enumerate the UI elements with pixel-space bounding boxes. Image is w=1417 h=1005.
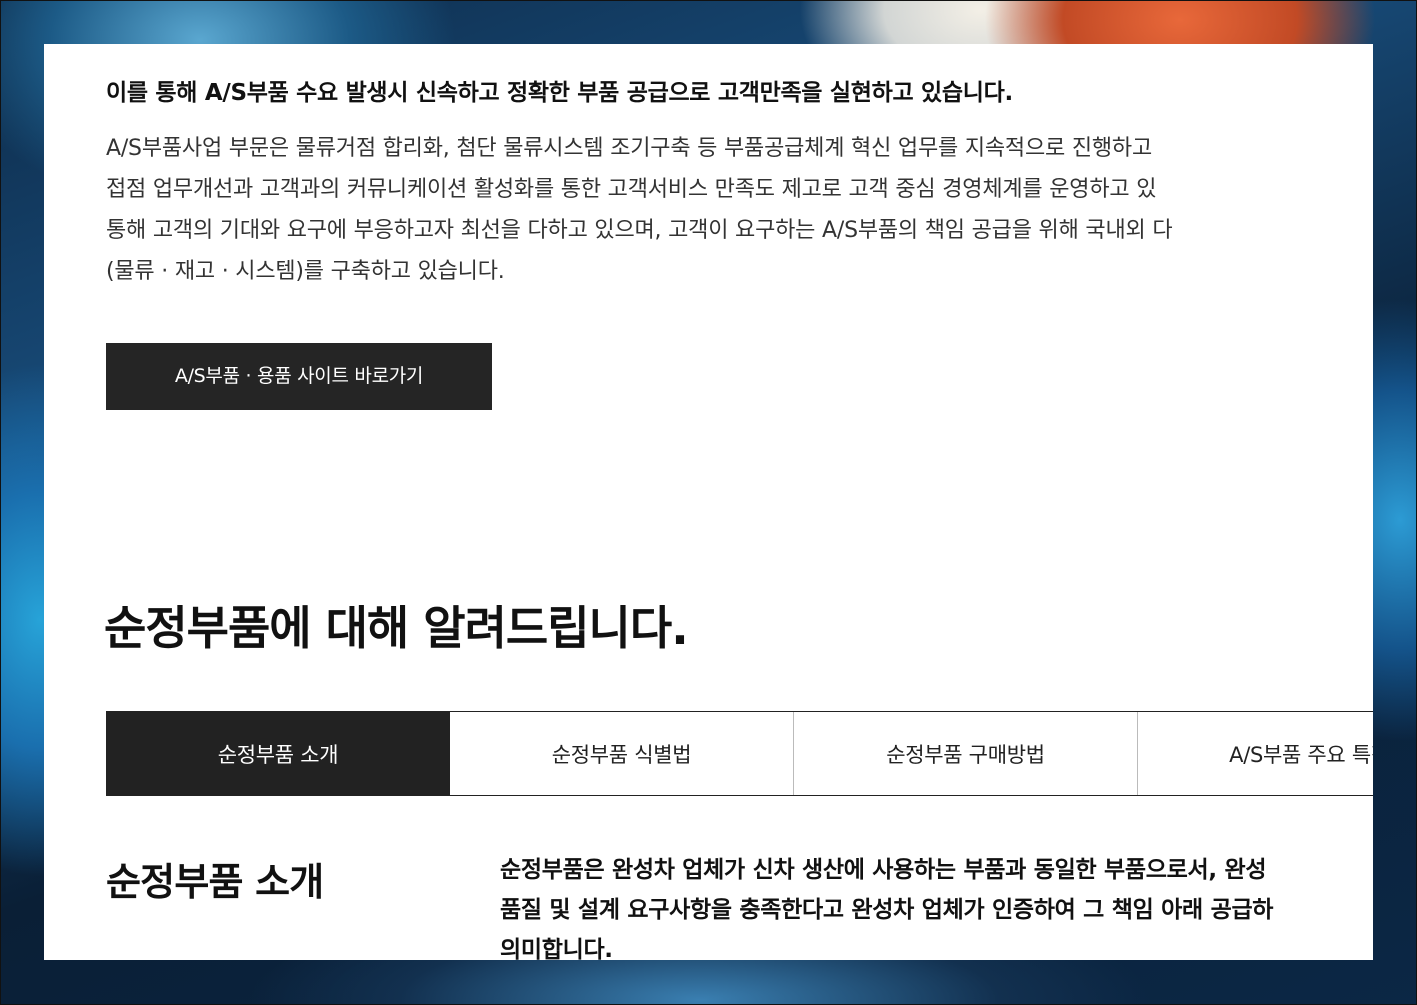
- content-panel: 이를 통해 A/S부품 수요 발생시 신속하고 정확한 부품 공급으로 고객만족…: [44, 44, 1373, 960]
- content-body-line: 순정부품은 완성차 업체가 신차 생산에 사용하는 부품과 동일한 부품으로서,…: [500, 857, 1267, 883]
- tab-bar: 순정부품 소개 순정부품 식별법 순정부품 구매방법 A/S부품 주요 특징: [106, 711, 1373, 796]
- intro-body-line: 통해 고객의 기대와 요구에 부응하고자 최선을 다하고 있으며, 고객이 요구…: [106, 218, 1173, 243]
- content-body: 순정부품은 완성차 업체가 신차 생산에 사용하는 부품과 동일한 부품으로서,…: [500, 850, 1273, 960]
- intro-lead-text: 이를 통해 A/S부품 수요 발생시 신속하고 정확한 부품 공급으로 고객만족…: [106, 80, 1013, 106]
- intro-body-line: A/S부품사업 부문은 물류거점 합리화, 첨단 물류시스템 조기구축 등 부품…: [106, 136, 1152, 161]
- parts-site-link-button[interactable]: A/S부품 · 용품 사이트 바로가기: [106, 343, 492, 410]
- tab-genuine-parts-identification[interactable]: 순정부품 식별법: [450, 712, 794, 795]
- content-body-line: 의미합니다.: [500, 937, 613, 960]
- content-title: 순정부품 소개: [106, 860, 324, 904]
- intro-body-line: (물류 · 재고 · 시스템)를 구축하고 있습니다.: [106, 259, 505, 284]
- intro-body-text: A/S부품사업 부문은 물류거점 합리화, 첨단 물류시스템 조기구축 등 부품…: [106, 128, 1373, 292]
- intro-body-line: 접점 업무개선과 고객과의 커뮤니케이션 활성화를 통한 고객서비스 만족도 제…: [106, 177, 1157, 202]
- content-body-line: 품질 및 설계 요구사항을 충족한다고 완성차 업체가 인증하여 그 책임 아래…: [500, 897, 1274, 923]
- tab-as-parts-features[interactable]: A/S부품 주요 특징: [1138, 712, 1373, 795]
- tab-genuine-parts-intro[interactable]: 순정부품 소개: [106, 712, 450, 795]
- tab-genuine-parts-purchase[interactable]: 순정부품 구매방법: [794, 712, 1138, 795]
- section-title: 순정부품에 대해 알려드립니다.: [104, 601, 689, 655]
